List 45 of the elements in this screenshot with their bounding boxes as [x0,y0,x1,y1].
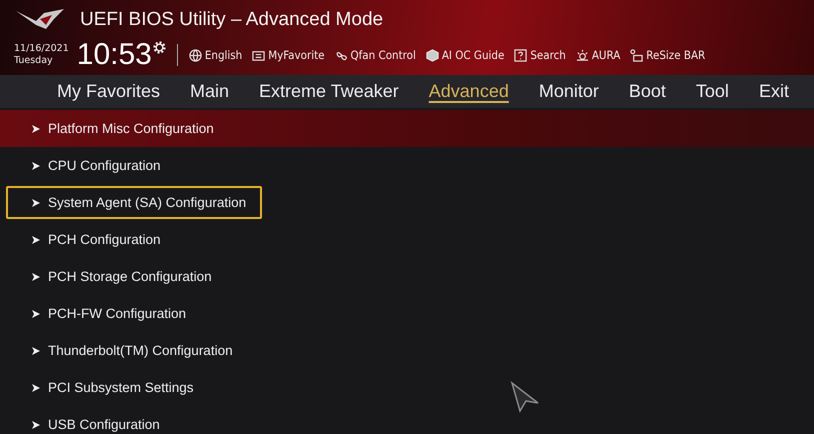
toolbar-button[interactable]: Qfan Control [330,48,421,62]
caret-icon [32,346,40,354]
chip-icon [426,48,439,62]
caret-icon [32,124,40,132]
caret-icon [32,310,40,318]
toolbar-button[interactable]: AURA [570,48,626,62]
date-text: 11/16/2021 [14,43,69,55]
clock-time: 10:53 [76,38,152,72]
window-title: UEFI BIOS Utility – Advanced Mode [80,9,384,31]
day-text: Tuesday [14,55,54,67]
caret-icon [32,272,40,280]
toolbar-button[interactable]: MyFavorite [247,48,330,62]
caret-icon [32,384,40,392]
cursor-icon [510,381,540,413]
menu-tab[interactable]: Exit [744,81,804,102]
submenu-item[interactable]: PCH Configuration [6,223,177,256]
toolbar-button[interactable]: Search [509,48,571,62]
help-icon [514,48,528,62]
caret-icon [32,420,40,428]
caret-icon [32,162,40,170]
submenu-item[interactable]: PCH-FW Configuration [6,297,202,330]
caret-icon [32,236,40,244]
toolbar-button[interactable]: AI OC Guide [420,48,510,62]
toolbar-button[interactable]: ReSize BAR [625,48,710,62]
lightbulb-icon [576,48,589,62]
menu-tab[interactable]: My Favorites [42,81,176,102]
memory-icon [630,48,644,62]
submenu-item[interactable]: USB Configuration [6,408,176,434]
globe-icon [188,48,202,62]
submenu-item[interactable]: PCI Subsystem Settings [6,371,210,404]
caret-icon [32,198,40,206]
submenu-item[interactable]: PCH Storage Configuration [6,260,228,293]
menu-tab[interactable]: Monitor [524,81,614,102]
toolbar-button[interactable]: English [184,48,248,62]
folder-icon [252,48,266,62]
submenu-item[interactable]: System Agent (SA) Configuration [6,186,262,219]
submenu-item[interactable]: Thunderbolt(TM) Configuration [6,334,249,367]
submenu-item[interactable]: Platform Misc Configuration [6,112,230,145]
menu-tab[interactable]: Advanced [414,81,524,102]
menu-tab[interactable]: Main [175,81,244,102]
menu-tab[interactable]: Boot [614,81,681,102]
submenu-item[interactable]: CPU Configuration [6,149,177,182]
settings-icon[interactable] [152,40,167,55]
menu-tab[interactable]: Extreme Tweaker [244,81,414,102]
menu-tab[interactable]: Tool [680,81,744,102]
